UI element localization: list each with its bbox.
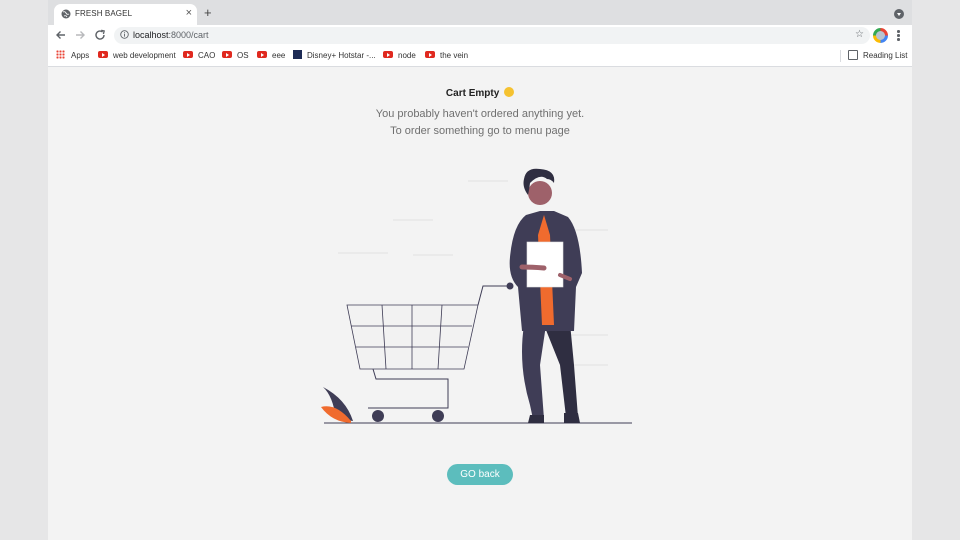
youtube-icon [383, 51, 393, 59]
cart-wheel [372, 410, 384, 422]
profile-avatar[interactable] [873, 28, 888, 43]
youtube-icon [183, 51, 193, 59]
reading-list-label: Reading List [863, 51, 908, 61]
kebab-menu-icon[interactable] [897, 30, 900, 42]
bookmarks-bar: Apps web development CAO OS eee Disney+ … [48, 46, 912, 67]
bookmark-label: web development [113, 51, 176, 60]
reading-list-button[interactable]: Reading List [848, 50, 908, 61]
reload-icon[interactable] [93, 28, 107, 42]
bookmark-apps[interactable]: Apps [56, 50, 90, 60]
go-back-button[interactable]: GO back [447, 464, 513, 485]
empty-cart-illustration [321, 168, 632, 424]
globe-icon [61, 9, 71, 19]
heading-text: Cart Empty [445, 88, 500, 99]
page-content: Cart Empty You probably haven't ordered … [48, 67, 912, 540]
url-text: localhost:8000/cart [133, 30, 209, 40]
bookmark-disney-hotstar[interactable]: Disney+ Hotstar -... [293, 50, 376, 60]
bookmark-cao[interactable]: CAO [183, 51, 215, 60]
toolbar: localhost:8000/cart ☆ [48, 25, 912, 46]
apps-grid-icon [56, 50, 65, 60]
bookmark-the-vein[interactable]: the vein [425, 51, 468, 60]
reading-list-icon [848, 50, 858, 60]
page-title: Cart Empty [48, 87, 912, 99]
bookmark-label: node [398, 51, 416, 60]
emoji-icon [504, 87, 515, 98]
tab-title: FRESH BAGEL [75, 9, 133, 18]
tab-strip: FRESH BAGEL × + [48, 0, 912, 25]
bookmark-label: Disney+ Hotstar -... [307, 51, 376, 60]
bookmarks-divider [840, 50, 841, 62]
hotstar-icon [293, 50, 302, 60]
bookmark-label: Apps [71, 51, 90, 60]
bookmark-label: CAO [198, 51, 216, 60]
info-icon[interactable] [120, 30, 129, 39]
empty-message-line-2: To order something go to menu page [390, 125, 570, 137]
youtube-icon [257, 51, 267, 59]
empty-message-line-1: You probably haven't ordered anything ye… [375, 108, 585, 120]
bookmark-web-development[interactable]: web development [98, 51, 176, 60]
youtube-icon [98, 51, 108, 59]
bookmark-label: the vein [440, 51, 469, 60]
url-path: :8000/cart [168, 30, 209, 40]
tab-search-icon[interactable] [894, 9, 904, 19]
bookmark-label: OS [237, 51, 249, 60]
bookmark-os[interactable]: OS [222, 51, 249, 60]
cart-wheel [432, 410, 444, 422]
url-host: localhost [133, 30, 169, 40]
bookmark-node[interactable]: node [383, 51, 416, 60]
youtube-icon [222, 51, 232, 59]
star-icon[interactable]: ☆ [855, 29, 864, 40]
address-bar[interactable]: localhost:8000/cart ☆ [114, 27, 870, 44]
back-arrow-icon[interactable] [54, 28, 68, 42]
plus-icon[interactable]: + [204, 6, 212, 20]
cart-handle-knob [506, 282, 514, 290]
close-icon[interactable]: × [186, 7, 192, 19]
tab-fresh-bagel[interactable]: FRESH BAGEL × [54, 4, 197, 25]
browser-window: FRESH BAGEL × + localhost:8000/cart ☆ Ap… [48, 0, 912, 540]
bookmark-eee[interactable]: eee [257, 51, 285, 60]
person-figure [509, 168, 582, 423]
bookmark-label: eee [272, 51, 286, 60]
youtube-icon [425, 51, 435, 59]
forward-arrow-icon[interactable] [73, 28, 87, 42]
cart-basket [346, 304, 479, 370]
